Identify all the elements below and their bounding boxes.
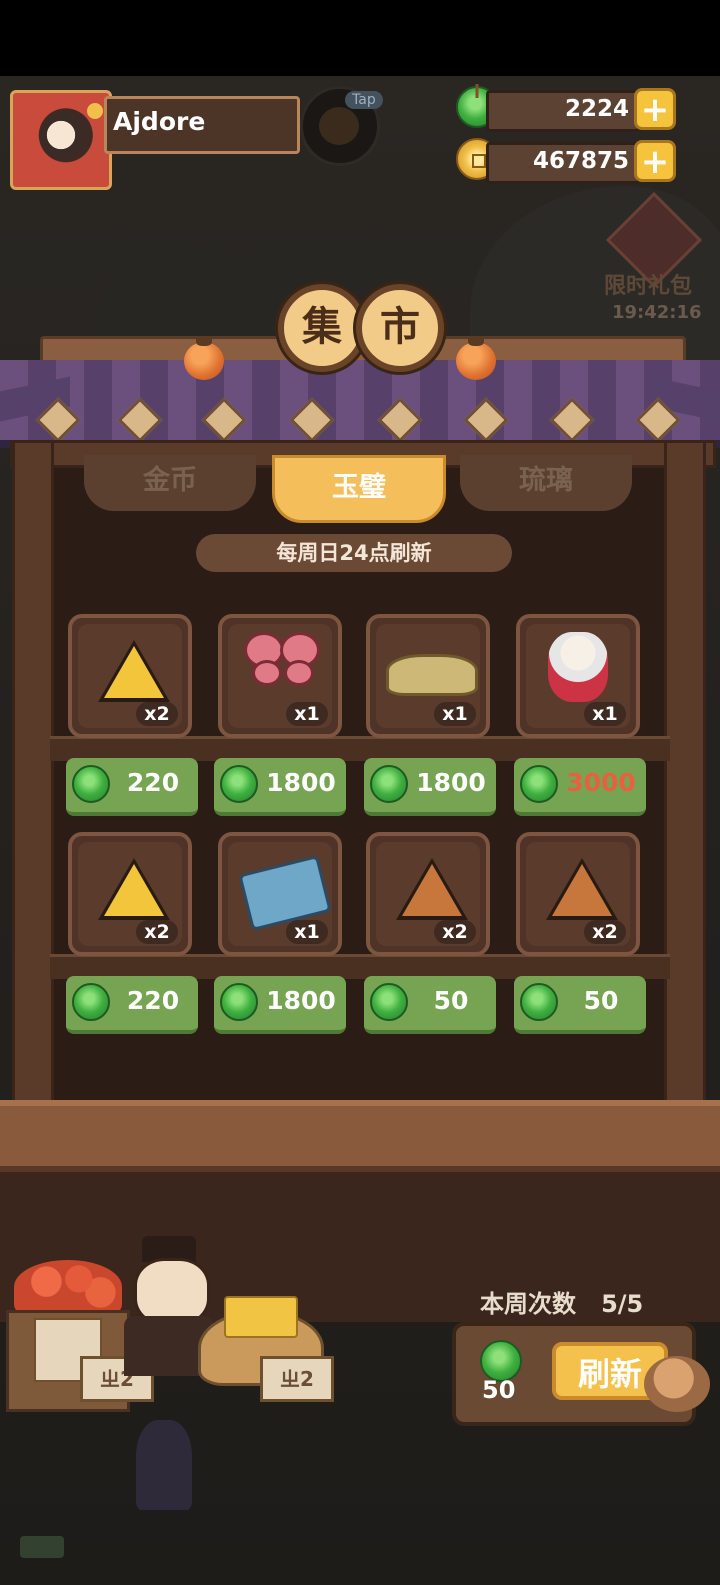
jade-icon <box>520 765 558 803</box>
price-value: 50 <box>583 986 619 1015</box>
price-button[interactable]: 1800 <box>364 758 496 816</box>
refresh-cost: 50 <box>482 1376 516 1404</box>
item-slot[interactable]: x2 <box>366 832 490 956</box>
butterfly-wing <box>284 660 314 686</box>
item-slot[interactable]: x1 <box>516 614 640 738</box>
add-gold-button[interactable]: + <box>634 140 676 182</box>
stall-counter <box>0 1100 720 1172</box>
jade-icon <box>72 765 110 803</box>
limited-gift-label: 限时礼包 <box>604 274 693 299</box>
tab-gold[interactable]: 金币 <box>84 455 256 511</box>
price-value: 3000 <box>566 768 636 797</box>
refresh-note: 每周日24点刷新 <box>196 534 512 572</box>
price-button[interactable]: 3000 <box>514 758 646 816</box>
title-char: 集 <box>278 284 366 372</box>
item-slot[interactable]: x2 <box>516 832 640 956</box>
bronze-triangle-token-icon <box>546 858 618 920</box>
price-button[interactable]: 1800 <box>214 758 346 816</box>
tap-label: Tap <box>345 91 383 109</box>
item-quantity: x1 <box>286 702 328 726</box>
roof <box>0 360 720 448</box>
player-avatar[interactable] <box>10 90 112 190</box>
player-name-box[interactable]: Ajdore <box>104 96 300 154</box>
item-slot[interactable]: x1 <box>366 614 490 738</box>
jade-icon <box>520 983 558 1021</box>
item-slot[interactable]: x2 <box>68 832 192 956</box>
character-face-icon <box>319 107 359 145</box>
price-button[interactable]: 220 <box>66 758 198 816</box>
jade-icon <box>220 765 258 803</box>
price-button[interactable]: 1800 <box>214 976 346 1034</box>
item-quantity: x2 <box>584 920 626 944</box>
item-slot[interactable]: x1 <box>218 832 342 956</box>
jade-icon <box>370 983 408 1021</box>
gold-triangle-token-icon <box>98 858 170 920</box>
gold-balance: 467875 <box>486 142 640 184</box>
butterfly-hairpin-icon <box>244 632 320 692</box>
item-quantity: x1 <box>584 702 626 726</box>
weekly-label: 本周次数 <box>480 1290 576 1318</box>
menu-toggle[interactable] <box>20 1536 64 1558</box>
price-value: 1800 <box>266 986 336 1015</box>
status-bar <box>0 0 720 76</box>
item-slot[interactable]: x1 <box>218 614 342 738</box>
gold-triangle-token-icon <box>98 640 170 702</box>
item-quantity: x1 <box>434 702 476 726</box>
stall-price-sign: ㄓ2 <box>260 1356 334 1402</box>
avatar-face <box>39 113 83 157</box>
tomato-pile-icon <box>14 1260 122 1314</box>
villager-npc <box>136 1420 192 1510</box>
tab-glass[interactable]: 琉璃 <box>460 455 632 511</box>
embroidered-shoes-icon <box>386 654 478 696</box>
pet-mascot-icon[interactable] <box>644 1356 710 1412</box>
jade-balance: 2224 <box>486 90 640 132</box>
title-char: 市 <box>356 284 444 372</box>
avatar-badge-icon <box>87 103 103 119</box>
jade-icon <box>370 765 408 803</box>
jade-icon <box>72 983 110 1021</box>
price-button[interactable]: 220 <box>66 976 198 1034</box>
item-quantity: x2 <box>136 920 178 944</box>
price-button[interactable]: 50 <box>514 976 646 1034</box>
item-slot[interactable]: x2 <box>68 614 192 738</box>
price-value: 1800 <box>416 768 486 797</box>
bronze-triangle-token-icon <box>396 858 468 920</box>
price-value: 220 <box>126 768 180 797</box>
tab-jade[interactable]: 玉璧 <box>272 455 446 523</box>
item-quantity: x2 <box>434 920 476 944</box>
jade-icon <box>220 983 258 1021</box>
price-value: 1800 <box>266 768 336 797</box>
weekly-value: 5/5 <box>601 1290 644 1318</box>
tap-button[interactable]: Tap <box>300 86 383 166</box>
player-name: Ajdore <box>113 107 206 136</box>
persimmon-ornament <box>456 336 496 380</box>
limited-gift-timer: 19:42:16 <box>612 302 702 323</box>
stall-post-left <box>12 440 54 1136</box>
stall-post-right <box>664 440 706 1136</box>
weekly-count: 本周次数 5/5 <box>480 1284 643 1319</box>
chibi-character-icon <box>548 632 608 702</box>
item-quantity: x2 <box>136 702 178 726</box>
item-quantity: x1 <box>286 920 328 944</box>
price-value: 50 <box>433 986 469 1015</box>
gold-amount: 467875 <box>532 148 629 174</box>
tofu-block-icon <box>224 1296 298 1338</box>
butterfly-wing <box>252 660 282 686</box>
jade-amount: 2224 <box>564 96 629 122</box>
add-jade-button[interactable]: + <box>634 88 676 130</box>
persimmon-ornament <box>184 336 224 380</box>
price-button[interactable]: 50 <box>364 976 496 1034</box>
price-value: 220 <box>126 986 180 1015</box>
